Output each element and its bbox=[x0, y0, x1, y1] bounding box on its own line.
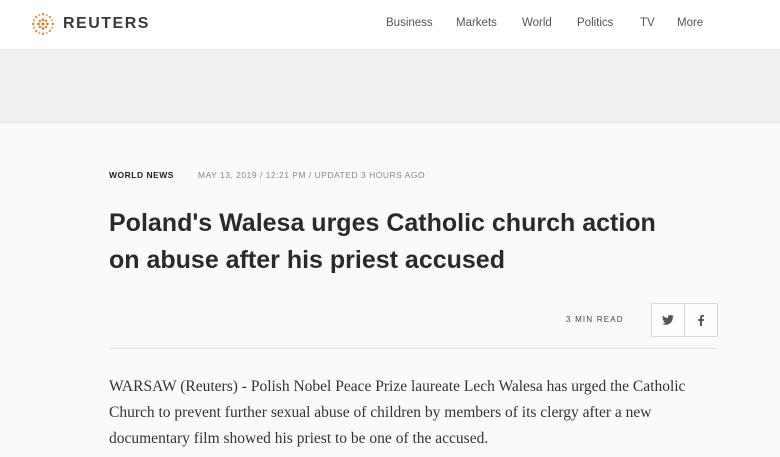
nav-item-more[interactable]: More bbox=[677, 17, 703, 29]
nav-item-tv[interactable]: TV bbox=[640, 17, 655, 29]
site-header: REUTERS Business Markets World Politics … bbox=[0, 0, 780, 50]
nav-item-world[interactable]: World bbox=[522, 17, 552, 29]
brand-name: REUTERS bbox=[63, 15, 150, 32]
nav-item-markets[interactable]: Markets bbox=[456, 17, 497, 29]
nav-item-politics[interactable]: Politics bbox=[577, 17, 613, 29]
article: WORLD NEWS MAY 13, 2019 / 12:21 PM / UPD… bbox=[0, 123, 780, 457]
dateline: MAY 13, 2019 / 12:21 PM / UPDATED 3 HOUR… bbox=[198, 170, 426, 180]
ad-banner-area bbox=[0, 50, 780, 123]
share-buttons bbox=[651, 303, 718, 337]
article-body-paragraph: WARSAW (Reuters) - Polish Nobel Peace Pr… bbox=[109, 378, 686, 447]
article-divider bbox=[109, 348, 717, 349]
twitter-icon bbox=[662, 315, 674, 325]
reuters-logo-icon bbox=[32, 13, 54, 35]
facebook-share-button[interactable] bbox=[684, 304, 717, 336]
nav-item-business[interactable]: Business bbox=[386, 17, 433, 29]
reuters-logo[interactable]: REUTERS bbox=[30, 11, 150, 37]
article-headline: Poland's Walesa urges Catholic church ac… bbox=[109, 209, 656, 274]
facebook-icon bbox=[698, 314, 704, 326]
twitter-share-button[interactable] bbox=[652, 304, 684, 336]
article-meta: WORLD NEWS MAY 13, 2019 / 12:21 PM / UPD… bbox=[109, 170, 425, 180]
section-link[interactable]: WORLD NEWS bbox=[109, 170, 174, 180]
read-time: 3 MIN READ bbox=[566, 315, 624, 324]
